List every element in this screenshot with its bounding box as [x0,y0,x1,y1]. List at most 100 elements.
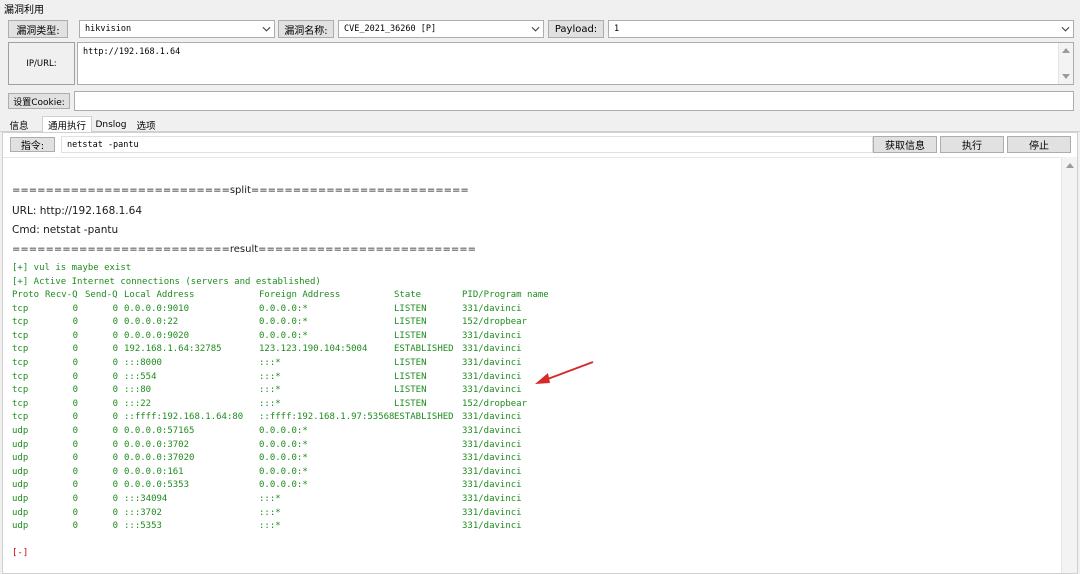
vuln-name-select[interactable]: CVE_2021_36260 [P] [338,20,544,38]
tab-bar: 信息 通用执行 Dnslog 选项 [0,116,1080,132]
scroll-up-arrow-icon[interactable] [1066,162,1074,168]
netstat-row: tcp 0 0 192.168.1.64:32785 123.123.190.104:5… [3,344,1003,357]
netstat-cell: 0.0.0.0:161 [124,466,184,477]
netstat-cell: ::ffff:192.168.1.64:80 [124,412,244,423]
netstat-cell: 0 [112,466,118,477]
netstat-cell: udp [12,453,29,464]
netstat-cell: 0 [112,358,118,368]
netstat-cell: 0 [112,385,118,396]
netstat-row: tcp 0 0 0.0.0.0:9010 0.0.0.0:* LISTEN 331/davi… [3,304,1003,317]
netstat-cell: :::3702 [124,507,162,518]
output-cmd-line: Cmd: netstat -pantu [12,224,119,236]
netstat-row: udp 0 0:::3702:::* 331/davinci [3,508,1003,521]
vuln-name-value: CVE_2021_36260 [P] [344,24,437,34]
netstat-row: udp 0 0 0.0.0.0:37020 0.0.0.0:* 331/davinci [3,453,1003,466]
netstat-cell: tcp [12,303,29,314]
execute-button[interactable]: 执行 [940,136,1004,153]
netstat-cell: udp [12,480,29,491]
netstat-header-cell: Local Address [124,290,195,300]
payload-label: Payload: [548,20,604,38]
netstat-cell: 0 [72,480,78,491]
netstat-cell: tcp [12,317,29,328]
netstat-header-cell: Foreign Address [259,290,341,300]
netstat-cell: 0 [112,494,118,504]
payload-select[interactable]: 1 [608,20,1074,38]
netstat-cell: 0 [72,344,78,355]
netstat-cell: 331/davinci [462,439,522,450]
netstat-cell: 0 [72,426,78,436]
ip-url-label: IP/URL: [26,58,57,69]
netstat-cell: LISTEN [394,371,427,382]
netstat-cell: 0 [72,439,78,450]
netstat-cell: tcp [12,385,29,396]
netstat-cell: 331/davinci [462,521,522,532]
netstat-cell: :::* [259,521,281,532]
netstat-cell: :::554 [124,371,157,382]
netstat-cell: 0 [112,303,118,314]
netstat-cell: 0 [72,317,78,328]
netstat-cell: LISTEN [394,385,427,396]
netstat-cell: 0 [72,371,78,382]
output-scrollbar[interactable] [1061,157,1077,573]
netstat-cell: 331/davinci [462,453,522,464]
vuln-type-select[interactable]: hikvision [79,20,275,38]
command-label: 指令: [10,137,55,152]
tab-general-exec[interactable]: 通用执行 [42,116,92,132]
netstat-cell: udp [12,494,29,504]
output-end-marker: [-] [12,548,29,558]
netstat-header-cell: Recv-Q [45,290,78,300]
tab-info[interactable]: 信息 [4,117,34,132]
red-arrow-icon [535,361,594,384]
netstat-cell: ::ffff:192.168.1.97:53568 [259,412,395,423]
fetch-info-button[interactable]: 获取信息 [873,136,937,153]
vuln-name-label: 漏洞名称: [278,20,334,38]
netstat-row: tcp 0 0:::80:::* LISTEN 331/davinci [3,385,1003,398]
netstat-cell: 0.0.0.0:22 [124,317,179,328]
command-input[interactable]: netstat -pantu [61,136,873,153]
tab-panel: 指令: netstat -pantu 获取信息 执行 停止 ==========… [2,132,1078,574]
netstat-header-cell: State [394,290,422,300]
netstat-cell: 0 [112,371,118,382]
netstat-cell: 0.0.0.0:* [259,480,308,491]
output-split-line: ==========================split=========… [12,185,469,196]
netstat-cell: tcp [12,371,29,382]
netstat-cell: 0.0.0.0:* [259,317,308,328]
ip-url-scrollbar[interactable] [1058,43,1073,84]
tab-dnslog[interactable]: Dnslog [93,117,129,132]
netstat-cell: 123.123.190.104:5004 [259,344,368,355]
netstat-cell: :::22 [124,398,152,409]
cookie-input[interactable] [74,91,1074,111]
netstat-cell: LISTEN [394,330,427,341]
scroll-up-arrow-icon[interactable] [1062,47,1070,53]
netstat-cell: :::* [259,507,281,518]
netstat-header-cell: Proto [12,290,40,300]
netstat-cell: 0.0.0.0:* [259,439,308,450]
ip-url-textarea[interactable]: http://192.168.1.64 [77,42,1074,85]
netstat-cell: 0 [72,303,78,314]
netstat-cell: 0 [72,466,78,477]
netstat-cell: 331/davinci [462,371,522,382]
netstat-cell: 0 [112,439,118,450]
netstat-cell: :::* [259,358,281,368]
netstat-cell: udp [12,507,29,518]
scroll-down-arrow-icon[interactable] [1062,74,1070,80]
netstat-cell: 0.0.0.0:9020 [124,330,190,341]
netstat-cell: 0 [112,344,118,355]
netstat-cell: 0 [72,330,78,341]
netstat-cell: 331/davinci [462,426,522,436]
output-area[interactable]: ==========================split=========… [3,157,1060,573]
netstat-cell: udp [12,426,29,436]
output-active-connections: [+] Active Internet connections (servers… [12,277,321,287]
netstat-cell: 331/davinci [462,494,522,504]
ip-url-value: http://192.168.1.64 [83,47,181,57]
netstat-cell: 331/davinci [462,480,522,491]
netstat-cell: 0.0.0.0:* [259,453,308,464]
netstat-cell: 0.0.0.0:9010 [124,303,190,314]
netstat-cell: 331/davinci [462,303,522,314]
tab-options[interactable]: 选项 [130,117,162,132]
netstat-cell: 0 [112,317,118,328]
vuln-type-value: hikvision [85,24,132,34]
netstat-cell: 331/davinci [462,412,522,423]
netstat-cell: 0.0.0.0:57165 [124,426,195,436]
stop-button[interactable]: 停止 [1007,136,1071,153]
